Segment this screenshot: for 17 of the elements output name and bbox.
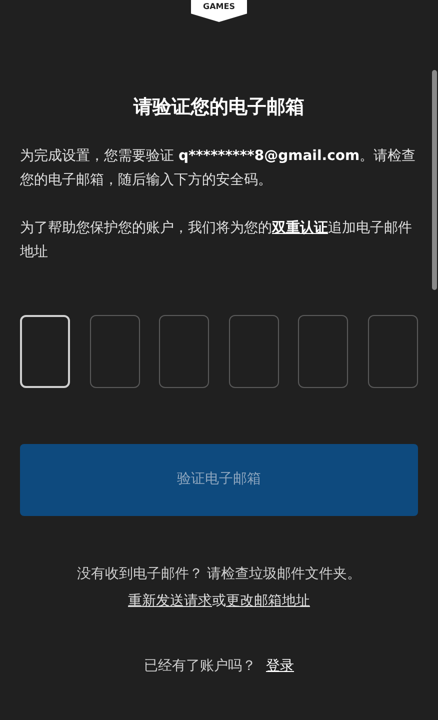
code-input[interactable] <box>228 314 279 388</box>
instruction-text: 为完成设置，您需要验证 q*********8@gmail.com。请检查您的电子邮箱，随后输入下方的安全码。 <box>20 146 417 190</box>
logo: GAMES <box>191 0 247 22</box>
code-input[interactable] <box>90 314 140 388</box>
separator-text: 或 <box>212 592 226 610</box>
change-email-link[interactable]: 更改邮箱地址 <box>226 590 310 612</box>
security-text: 为了帮助您保护您的账户，我们将为您的双重认证追加电子邮件地址 <box>20 218 413 262</box>
resend-link[interactable]: 重新发送请求 <box>128 590 212 612</box>
two-factor-link[interactable]: 双重认证 <box>272 220 328 236</box>
signin-link[interactable]: 登录 <box>266 656 294 676</box>
help-text: 没有收到电子邮件？ 请检查垃圾邮件文件夹。 <box>76 564 362 584</box>
code-input[interactable] <box>368 314 418 388</box>
page-title: 请验证您的电子邮箱 <box>132 95 306 120</box>
code-input[interactable] <box>159 314 210 388</box>
scrollbar[interactable] <box>432 70 437 290</box>
code-input[interactable] <box>298 314 348 388</box>
signin-prompt: 已经有了账户吗？ <box>144 656 256 676</box>
